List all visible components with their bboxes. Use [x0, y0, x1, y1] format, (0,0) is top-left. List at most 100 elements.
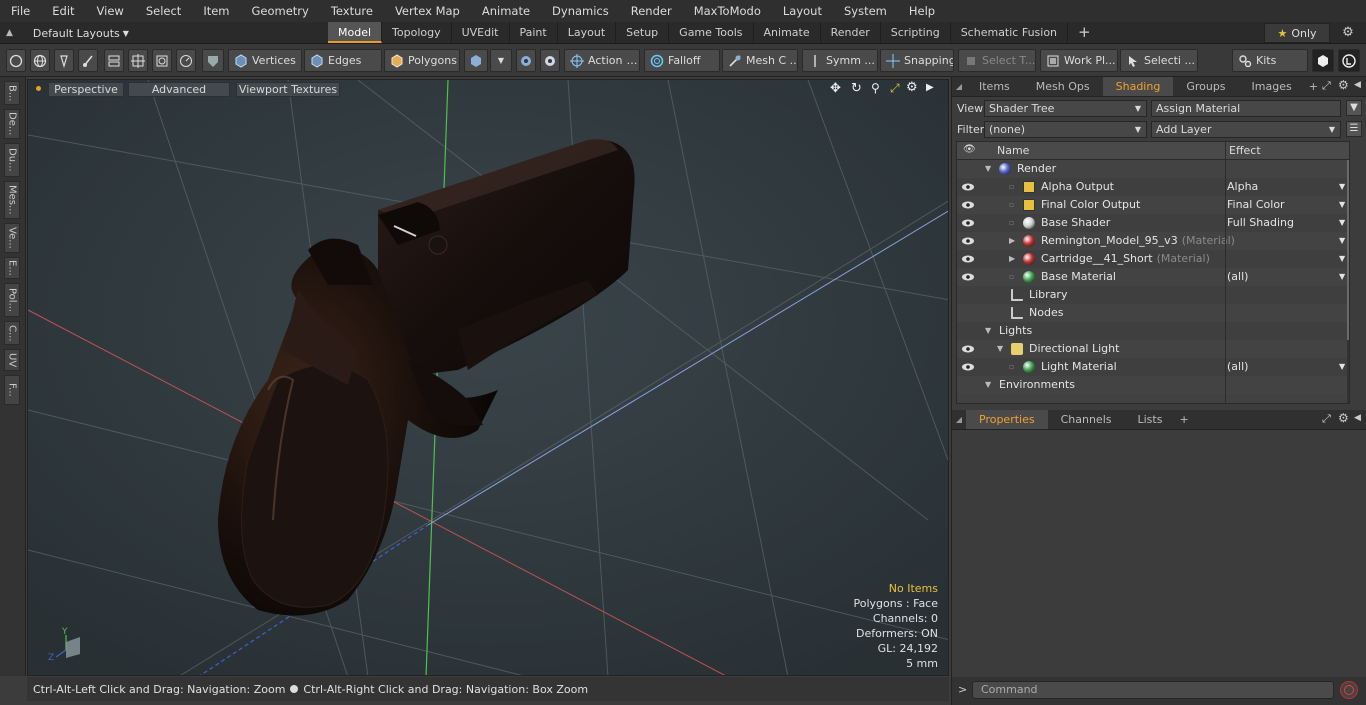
expand-open-icon[interactable]: ▼ — [997, 340, 1003, 358]
move-view-icon[interactable]: ✥ — [830, 81, 841, 96]
gear-icon[interactable]: ⚙ — [1340, 25, 1356, 41]
chevron-down-icon[interactable]: ▼ — [1339, 232, 1345, 250]
unreal-button[interactable] — [1338, 49, 1360, 72]
maximize-panel-icon[interactable]: ⤢ — [1322, 79, 1331, 93]
expand-open-icon[interactable]: ▼ — [985, 376, 991, 394]
shader-tree-row[interactable]: ▼ Directional Light — [957, 340, 1349, 358]
menu-item-texture[interactable]: Texture — [320, 0, 384, 22]
eye-icon[interactable] — [961, 235, 975, 247]
left-strip-tab-1[interactable]: De... — [4, 109, 20, 139]
left-strip-tab-5[interactable]: E... — [4, 257, 20, 279]
shader-tree-row[interactable]: ▼ Lights — [957, 322, 1349, 340]
symmetry-b-button[interactable] — [540, 49, 560, 72]
menu-item-layout[interactable]: Layout — [772, 0, 833, 22]
left-strip-tab-9[interactable]: F... — [4, 375, 20, 405]
snapping-button[interactable]: Snapping — [880, 49, 954, 72]
menu-item-help[interactable]: Help — [898, 0, 946, 22]
viewport-textures-button[interactable]: Viewport Textures — [236, 82, 340, 97]
shader-tree-row[interactable]: Nodes — [957, 304, 1349, 322]
shader-tree-row[interactable]: ▫ Final Color Output Final Color ▼ — [957, 196, 1349, 214]
eye-icon[interactable] — [961, 343, 975, 355]
chevron-down-icon[interactable]: ▼ — [1339, 250, 1345, 268]
menu-item-render[interactable]: Render — [620, 0, 683, 22]
viewport-scene[interactable]: Y Z — [28, 80, 949, 676]
perspective-button[interactable]: Perspective — [48, 82, 124, 97]
edges-button[interactable]: Edges — [304, 49, 382, 72]
row-effect[interactable]: Final Color — [1227, 196, 1285, 214]
add-layer-select[interactable]: Add Layer ▼ — [1151, 121, 1341, 138]
chevron-down-icon[interactable]: ▼ — [1339, 268, 1345, 286]
pen-button[interactable] — [54, 49, 74, 72]
menu-item-system[interactable]: System — [833, 0, 898, 22]
expand-closed-icon[interactable]: ▶ — [1009, 250, 1015, 268]
chevron-down-icon[interactable]: ▼ — [1339, 178, 1345, 196]
shader-tab-items[interactable]: Items — [966, 77, 1023, 96]
list-options-icon[interactable]: ☰ — [1346, 121, 1362, 137]
play-triangle-icon[interactable]: ▶ — [926, 82, 934, 93]
panel-collapse-icon[interactable]: ◢ — [952, 82, 966, 91]
shader-tree-row[interactable]: ▫ Alpha Output Alpha ▼ — [957, 178, 1349, 196]
add-layout-tab-button[interactable]: + — [1068, 22, 1101, 43]
shader-tab-shading[interactable]: Shading — [1102, 77, 1174, 96]
add-tab-icon[interactable]: + — [1309, 80, 1318, 93]
eye-icon[interactable] — [961, 217, 975, 229]
command-input[interactable]: Command — [972, 681, 1334, 699]
work-plane-button[interactable]: Work Pl... — [1040, 49, 1118, 72]
panel-arrow-icon[interactable]: ◀ — [1354, 413, 1361, 423]
eye-icon[interactable] — [961, 181, 975, 193]
layout-up-icon[interactable]: ▲ — [6, 28, 13, 38]
left-strip-tab-3[interactable]: Mes... — [4, 181, 20, 219]
advanced-button[interactable]: Advanced — [128, 82, 230, 97]
layout-tab-topology[interactable]: Topology — [382, 22, 452, 43]
rotate-view-icon[interactable]: ↻ — [851, 81, 862, 96]
row-effect[interactable]: Full Shading — [1227, 214, 1294, 232]
eye-icon[interactable] — [961, 271, 975, 283]
add-tab-icon[interactable]: + — [1179, 413, 1188, 426]
expand-open-icon[interactable]: ▼ — [985, 322, 991, 340]
left-strip-tab-8[interactable]: UV — [4, 349, 20, 371]
view-select[interactable]: Shader Tree ▼ — [984, 100, 1147, 117]
brush-button[interactable] — [78, 49, 98, 72]
3d-viewport[interactable]: Y Z Perspective Advanced Viewport Textur… — [27, 79, 949, 676]
left-strip-tab-4[interactable]: Ve... — [4, 223, 20, 253]
kits-button[interactable]: Kits — [1232, 49, 1308, 72]
expand-closed-icon[interactable]: ▶ — [1009, 232, 1015, 250]
shader-tab-mesh-ops[interactable]: Mesh Ops — [1023, 77, 1103, 96]
layout-tab-render[interactable]: Render — [821, 22, 881, 43]
timer-button[interactable] — [176, 49, 196, 72]
menu-item-view[interactable]: View — [86, 0, 135, 22]
align-button[interactable] — [104, 49, 124, 72]
item-mode-button[interactable] — [464, 49, 488, 72]
symmetry-a-button[interactable] — [516, 49, 536, 72]
target-button[interactable] — [152, 49, 172, 72]
only-button[interactable]: ★ Only — [1264, 23, 1330, 43]
column-effect[interactable]: Effect — [1229, 144, 1261, 157]
select-circle-button[interactable] — [6, 49, 26, 72]
gear-icon[interactable]: ⚙ — [1338, 411, 1349, 425]
shader-tree-row[interactable]: ▼ Render — [957, 160, 1349, 178]
maximize-panel-icon[interactable]: ⤢ — [1322, 412, 1331, 426]
eye-icon[interactable] — [961, 361, 975, 373]
row-effect[interactable]: Alpha — [1227, 178, 1258, 196]
left-strip-tab-0[interactable]: B... — [4, 81, 20, 105]
select-through-button[interactable]: Select T... — [958, 49, 1036, 72]
panel-arrow-icon[interactable]: ◀ — [1354, 80, 1361, 90]
menu-item-dynamics[interactable]: Dynamics — [541, 0, 620, 22]
layout-tab-layout[interactable]: Layout — [558, 22, 617, 43]
filter-select[interactable]: (none) ▼ — [984, 121, 1147, 138]
chevron-down-icon[interactable]: ▼ — [1339, 196, 1345, 214]
polygons-button[interactable]: Polygons — [384, 49, 460, 72]
menu-item-item[interactable]: Item — [192, 0, 240, 22]
layout-tab-model[interactable]: Model — [328, 22, 383, 43]
falloff-button[interactable]: Falloff — [644, 49, 720, 72]
chevron-down-icon[interactable]: ▼ — [1339, 358, 1345, 376]
properties-tab-properties[interactable]: Properties — [966, 410, 1048, 429]
shader-tab-images[interactable]: Images — [1239, 77, 1305, 96]
left-strip-tab-2[interactable]: Du... — [4, 143, 20, 177]
eye-icon[interactable] — [961, 199, 975, 211]
layout-tab-paint[interactable]: Paint — [510, 22, 558, 43]
properties-tab-channels[interactable]: Channels — [1048, 410, 1125, 429]
menu-item-animate[interactable]: Animate — [471, 0, 541, 22]
shader-tree-row[interactable]: ▶ Remington_Model_95_v3 (Material) ▼ — [957, 232, 1349, 250]
properties-tab-lists[interactable]: Lists — [1125, 410, 1176, 429]
